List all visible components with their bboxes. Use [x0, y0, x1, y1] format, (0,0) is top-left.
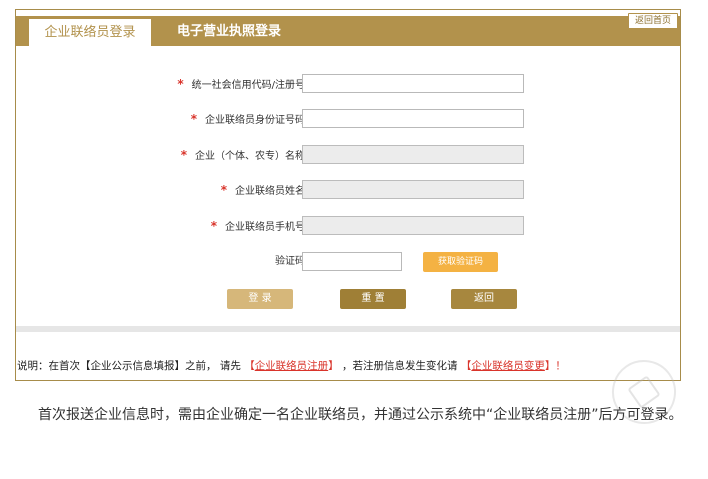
required-star: * [177, 77, 184, 91]
form-row-liaison-name: * 企业联络员姓名 [16, 180, 680, 200]
captcha-input[interactable] [302, 252, 402, 271]
id-number-input[interactable] [302, 109, 524, 128]
tab-e-license-login[interactable]: 电子营业执照登录 [164, 20, 294, 44]
login-button[interactable]: 登 录 [227, 289, 293, 309]
required-star: * [210, 219, 217, 233]
form-row-phone: * 企业联络员手机号 [16, 216, 680, 236]
field-label: 企业联络员手机号 [225, 222, 305, 233]
credit-code-input[interactable] [302, 74, 524, 93]
description-paragraph: 首次报送企业信息时，需由企业确定一名企业联络员，并通过公示系统中“企业联络员注册… [38, 407, 683, 423]
form-row-captcha: 验证码 获取验证码 [16, 252, 680, 272]
form-row-id-number: * 企业联络员身份证号码 [16, 109, 680, 129]
panel-divider [16, 326, 680, 332]
back-home-button[interactable]: 返回首页 [628, 13, 678, 29]
field-label: 企业联络员姓名 [235, 186, 305, 197]
phone-input [302, 216, 524, 235]
login-panel: 企业联络员登录 电子营业执照登录 返回首页 * 统一社会信用代码/注册号 * 企业联… [15, 9, 681, 381]
change-link[interactable]: 企业联络员变更 [471, 360, 545, 372]
reset-button[interactable]: 重 置 [340, 289, 406, 309]
company-name-input [302, 145, 524, 164]
field-label: 统一社会信用代码/注册号 [191, 80, 305, 91]
form-row-company-name: * 企业（个体、农专）名称 [16, 145, 680, 165]
form-row-credit-code: * 统一社会信用代码/注册号 [16, 74, 680, 94]
get-code-button[interactable]: 获取验证码 [423, 252, 498, 272]
register-link[interactable]: 企业联络员注册 [255, 360, 329, 372]
field-label: 企业（个体、农专）名称 [195, 151, 305, 162]
required-star: * [220, 183, 227, 197]
tab-liaison-login[interactable]: 企业联络员登录 [28, 18, 152, 46]
liaison-name-input [302, 180, 524, 199]
required-star: * [180, 148, 187, 162]
captcha-label: 验证码 [275, 256, 305, 267]
return-button[interactable]: 返回 [451, 289, 517, 309]
notice-text: 说明：在首次【企业公示信息填报】之前， 请先 【企业联络员注册】 ，若注册信息发… [17, 360, 566, 372]
action-buttons: 登 录 重 置 返回 [16, 289, 680, 309]
field-label: 企业联络员身份证号码 [205, 115, 305, 126]
panel-bottom-border [15, 380, 681, 381]
required-star: * [190, 112, 197, 126]
